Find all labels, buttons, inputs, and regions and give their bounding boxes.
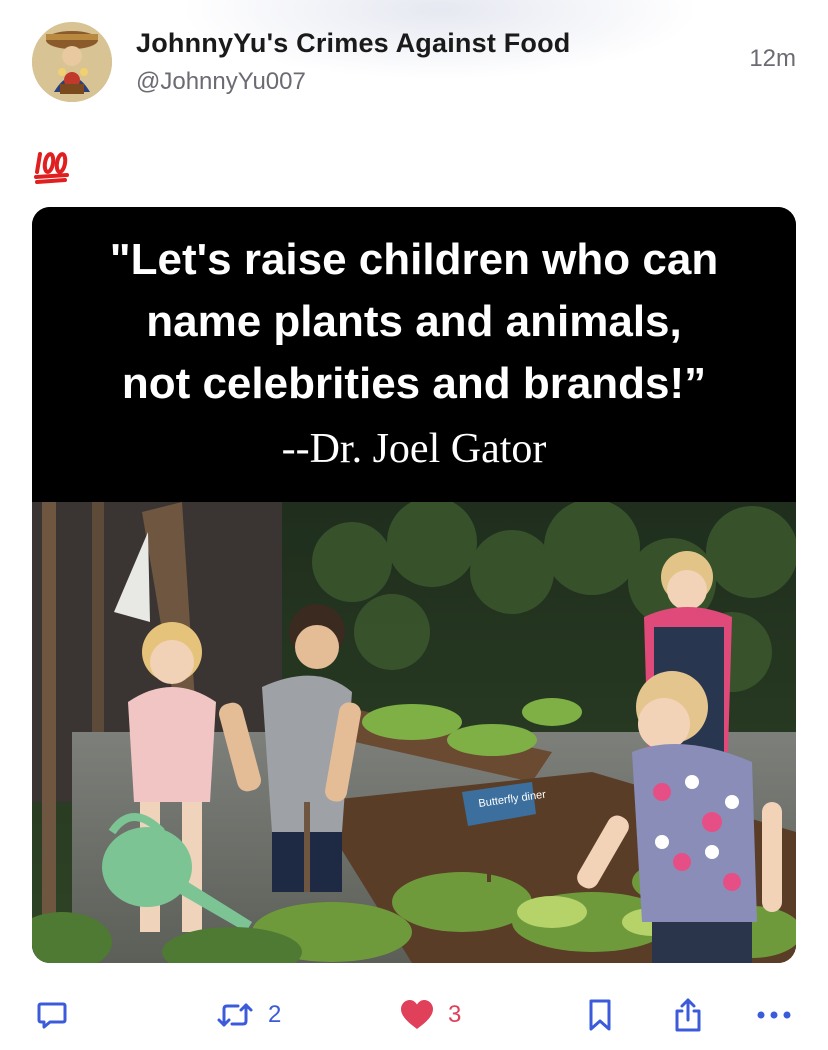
quote-text: "Let's raise children who can name plant… [109,235,719,408]
speech-bubble-icon [37,1002,67,1029]
like-count: 3 [448,1001,462,1028]
author-handle[interactable]: @JohnnyYu007 [136,68,306,96]
avatar[interactable] [32,22,112,102]
author-name[interactable]: JohnnyYu's Crimes Against Food [136,28,570,59]
like-button[interactable]: 3 [400,990,461,1040]
action-bar: 2 3 [0,990,828,1040]
reply-button[interactable] [36,990,68,1040]
repost-button[interactable]: 2 [216,990,281,1040]
avatar-image [32,22,112,102]
garden-photo: Butterfly diner [32,502,796,963]
quote-band: "Let's raise children who can name plant… [32,207,796,502]
share-button[interactable] [672,990,704,1040]
hundred-points-emoji [34,150,70,184]
bookmark-icon [589,999,611,1031]
heart-icon [401,1000,433,1029]
post-time: 12m [749,45,796,72]
more-button[interactable] [756,990,792,1040]
share-icon [675,998,701,1032]
bookmark-button[interactable] [586,990,614,1040]
ellipsis-icon [757,1011,791,1019]
repost-arrows-icon [217,1003,253,1027]
quote-author: --Dr. Joel Gator [281,426,547,472]
repost-count: 2 [268,1001,282,1028]
post-image[interactable]: "Let's raise children who can name plant… [32,207,796,963]
